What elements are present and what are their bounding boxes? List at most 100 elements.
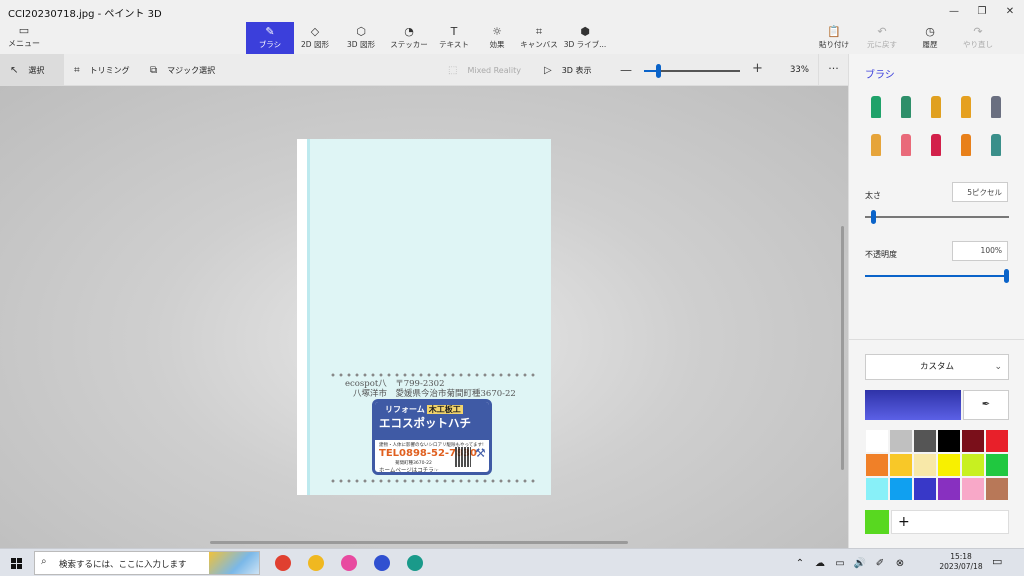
zoom-in-button[interactable]: + (752, 61, 763, 76)
color-swatch[interactable] (961, 453, 985, 477)
color-swatch[interactable] (985, 453, 1009, 477)
minimize-button[interactable]: — (940, 0, 968, 22)
maximize-button[interactable]: ❐ (968, 0, 996, 22)
mixed-reality-button[interactable]: ⬚ Mixed Reality (448, 54, 521, 86)
color-swatch[interactable] (961, 429, 985, 453)
calligraphy-pen-icon[interactable] (895, 96, 917, 118)
color-swatch[interactable] (985, 477, 1009, 501)
clock[interactable]: 15:18 2023/07/18 (936, 552, 986, 572)
tool-effects[interactable]: ☼ 効果 (476, 22, 518, 54)
oil-brush-icon[interactable] (925, 96, 947, 118)
cloud-icon[interactable]: ☁ (810, 558, 830, 569)
tool-label: 3D 図形 (347, 40, 375, 49)
tool-sticker[interactable]: ◔ ステッカー (386, 22, 432, 54)
opacity-slider[interactable] (865, 269, 1009, 283)
color-swatch[interactable] (889, 477, 913, 501)
pencil-icon[interactable] (865, 134, 887, 156)
trim-button[interactable]: ⌗ トリミング (74, 54, 130, 86)
opacity-input[interactable]: 100% (952, 241, 1008, 261)
app-glyph (340, 555, 357, 571)
opacity-slider-thumb[interactable] (1004, 269, 1009, 283)
undo-button[interactable]: ↶ 元に戻す (858, 22, 906, 54)
window-controls: — ❐ ✕ (940, 0, 1024, 22)
eyedropper-button[interactable]: ✒ (963, 390, 1009, 420)
color-swatch[interactable] (889, 453, 913, 477)
watercolor-icon[interactable] (955, 96, 977, 118)
3d-view-label: 3D 表示 (561, 65, 592, 75)
color-palette (865, 429, 1009, 501)
paint-3d-icon[interactable] (332, 549, 365, 576)
color-swatch[interactable] (913, 477, 937, 501)
history-button[interactable]: ◷ 履歴 (906, 22, 954, 54)
zoom-slider[interactable] (644, 64, 740, 78)
vertical-scrollbar[interactable] (841, 226, 844, 470)
dotted-line-bottom (329, 479, 539, 483)
chevron-up-icon[interactable]: ⌃ (790, 558, 810, 569)
color-mode-dropdown[interactable]: カスタム ⌄ (865, 354, 1009, 380)
color-swatch[interactable] (961, 477, 985, 501)
paste-button[interactable]: 📋 貼り付け (810, 22, 858, 54)
color-swatch[interactable] (865, 429, 889, 453)
crayon-icon[interactable] (925, 134, 947, 156)
tool-brush[interactable]: ✎ ブラシ (246, 22, 294, 54)
add-color-button[interactable]: + (891, 510, 1009, 534)
title-bar: CCI20230718.jpg - ペイント 3D — ❐ ✕ (0, 0, 1024, 22)
chevron-down-icon: ⌄ (994, 362, 1002, 372)
close-button[interactable]: ✕ (996, 0, 1024, 22)
color-swatch[interactable] (985, 429, 1009, 453)
3d-view-button[interactable]: ▷ 3D 表示 (544, 54, 592, 86)
more-options-button[interactable]: ··· (818, 54, 848, 86)
color-swatch[interactable] (913, 453, 937, 477)
thickness-input[interactable]: 5ピクセル (952, 182, 1008, 202)
document-image[interactable]: ecospot八 〒799-2302 八塚洋市 愛媛県今治市菊間町種3670-2… (297, 139, 551, 495)
taskbar-search[interactable]: ⌕ 検索するには、ここに入力します (34, 551, 260, 575)
current-color-swatch[interactable] (865, 390, 961, 420)
zoom-slider-thumb[interactable] (656, 64, 662, 78)
tool-text[interactable]: T テキスト (432, 22, 476, 54)
tool-3d-shapes[interactable]: ⬡ 3D 図形 (336, 22, 386, 54)
headset-icon[interactable] (365, 549, 398, 576)
color-swatch[interactable] (889, 429, 913, 453)
select-button[interactable]: ↖ 選択 (0, 54, 64, 86)
volume-icon[interactable]: 🔊 (850, 558, 870, 569)
zoom-out-button[interactable]: — (620, 63, 632, 77)
advert-tag: 木工板工 (426, 405, 463, 414)
custom-color-swatch[interactable] (865, 510, 889, 534)
bluetooth-off-icon[interactable]: ⊗ (890, 558, 910, 569)
color-swatch[interactable] (937, 477, 961, 501)
color-swatch[interactable] (865, 453, 889, 477)
magic-select-button[interactable]: ⧉ マジック選択 (150, 54, 215, 86)
clock-date: 2023/07/18 (939, 562, 983, 571)
horizontal-scrollbar[interactable] (210, 541, 628, 544)
opacity-label: 不透明度 (865, 250, 897, 259)
thickness-slider[interactable] (865, 210, 1009, 224)
canvas-workspace[interactable]: ecospot八 〒799-2302 八塚洋市 愛媛県今治市菊間町種3670-2… (0, 86, 848, 548)
notification-icon[interactable]: ▭ (992, 555, 1002, 568)
thickness-slider-thumb[interactable] (870, 210, 876, 224)
brush-shape (961, 134, 971, 156)
network-icon[interactable]: ▭ (830, 558, 850, 569)
start-button[interactable] (0, 549, 32, 576)
tool-canvas[interactable]: ⌗ キャンバス (518, 22, 560, 54)
eraser-icon[interactable] (895, 134, 917, 156)
edge-icon[interactable] (398, 549, 431, 576)
pen-icon[interactable]: ✐ (870, 558, 890, 569)
color-swatch[interactable] (913, 429, 937, 453)
sticker-icon: ◔ (404, 25, 414, 38)
marker-icon[interactable] (865, 96, 887, 118)
menu-button[interactable]: ▭ メニュー (4, 24, 44, 52)
tool-3d-library[interactable]: ⬢ 3D ライブ... (560, 22, 610, 54)
color-swatch[interactable] (937, 453, 961, 477)
pixel-pen-icon[interactable] (985, 96, 1007, 118)
chrome-icon[interactable] (266, 549, 299, 576)
tool-label: 2D 図形 (301, 40, 329, 49)
redo-button[interactable]: ↷ やり直し (954, 22, 1002, 54)
canvas-icon: ⌗ (535, 25, 543, 38)
file-explorer-icon[interactable] (299, 549, 332, 576)
fill-icon[interactable] (985, 134, 1007, 156)
color-swatch[interactable] (937, 429, 961, 453)
tool-2d-shapes[interactable]: ◇ 2D 図形 (294, 22, 336, 54)
color-swatch[interactable] (865, 477, 889, 501)
3d-shapes-icon: ⬡ (356, 25, 366, 38)
spray-can-icon[interactable] (955, 134, 977, 156)
